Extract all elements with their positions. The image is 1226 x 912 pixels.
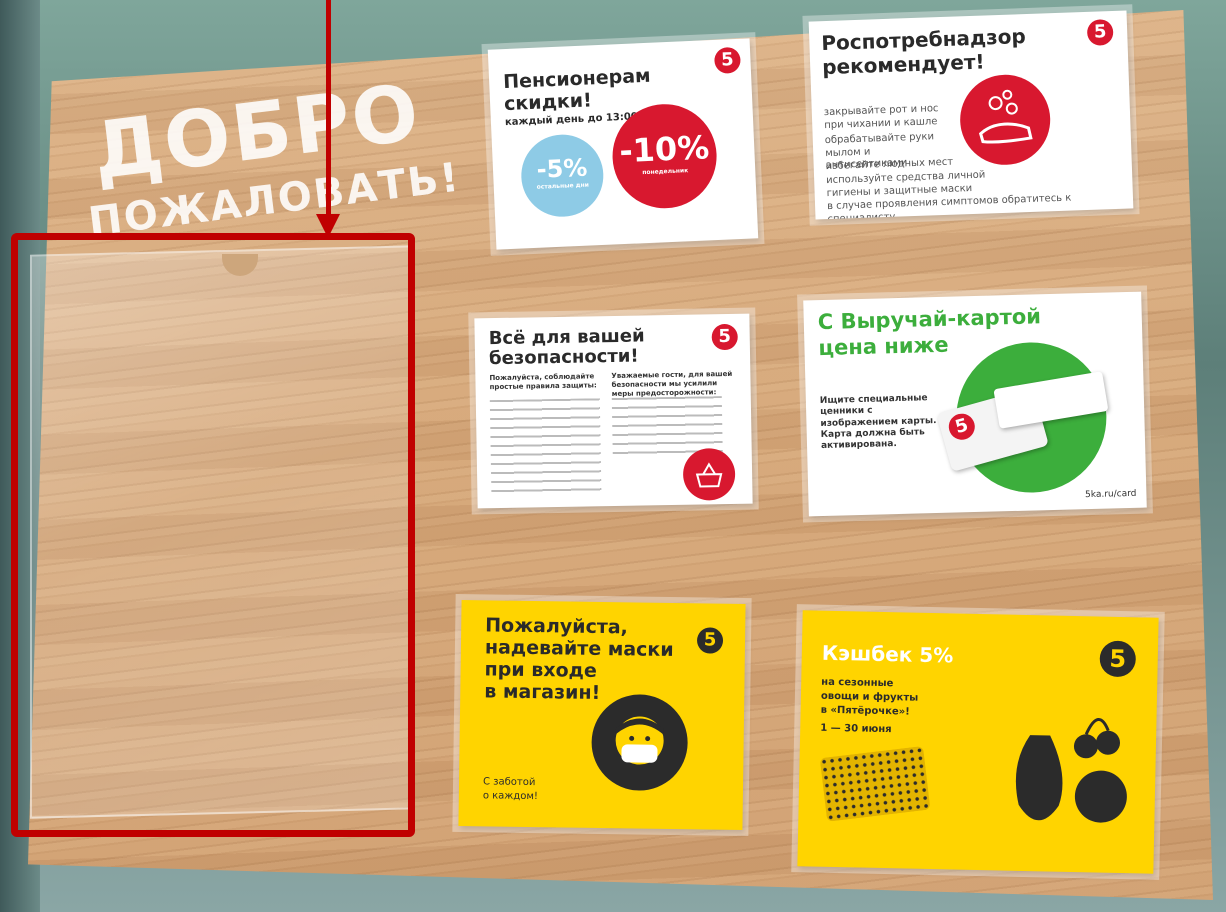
cashback-card-image xyxy=(819,745,931,822)
poster-safety: 5 Всё для вашей безопасности! Пожалуйста… xyxy=(474,313,753,509)
fruits-icon xyxy=(988,694,1141,847)
pyaterochka-logo-icon: 5 xyxy=(1086,18,1114,46)
left-column-text-lines xyxy=(489,398,602,497)
pyaterochka-logo-icon: 5 xyxy=(713,46,742,74)
poster-dates: 1 — 30 июня xyxy=(820,722,892,736)
poster-title-line4: в магазин! xyxy=(484,680,601,704)
hand-washing-icon xyxy=(958,73,1052,167)
poster-title-line2: безопасности! xyxy=(488,345,639,370)
red-highlight-frame xyxy=(11,233,415,837)
pyaterochka-logo-icon: 5 xyxy=(711,323,738,351)
red-arrow-shaft xyxy=(326,0,331,218)
pyaterochka-logo-icon: 5 xyxy=(945,410,978,443)
poster-title: Кэшбек 5% xyxy=(821,640,954,668)
poster-line3: в «Пятёрочке»! xyxy=(820,704,910,718)
pyaterochka-logo-icon: 5 xyxy=(696,627,724,654)
poster-pensioner-discount: 5 Пенсионерам скидки! каждый день до 13:… xyxy=(487,38,759,250)
poster-body: Ищите специальные ценники с изображением… xyxy=(819,393,937,452)
poster-title-line1: С Выручай-картой xyxy=(817,304,1042,335)
poster-line2: овощи и фрукты xyxy=(820,690,919,704)
poster-title-line1: Роспотребнадзор xyxy=(820,24,1027,56)
poster-footer-line1: С заботой xyxy=(482,776,536,789)
poster-title-line1: Пенсионерам xyxy=(502,64,652,94)
face-mask-icon xyxy=(590,693,689,792)
poster-footer-line2: о каждом! xyxy=(482,790,538,803)
poster-line1: на сезонные xyxy=(821,676,894,690)
poster-title-line3: при входе xyxy=(484,658,597,682)
poster-title-line2: надевайте маски xyxy=(484,636,674,661)
discount-10-value: -10% xyxy=(618,128,710,171)
poster-title-line2: скидки! xyxy=(503,89,593,116)
poster-title-line2: рекомендует! xyxy=(821,49,985,80)
poster-rospotrebnadzor: 5 Роспотребнадзор рекомендует! закрывайт… xyxy=(808,10,1134,220)
poster-loyalty-card: С Выручай-картой цена ниже 5 Ищите специ… xyxy=(803,291,1147,517)
poster-title-line1: Пожалуйста, xyxy=(485,614,629,639)
discount-5-circle: -5% остальные дни xyxy=(519,132,606,219)
shopping-basket-icon xyxy=(682,447,736,501)
arrow-down-icon xyxy=(316,214,340,238)
right-column-heading: Уважаемые гости, для вашей безопасности … xyxy=(611,369,733,398)
poster-cashback: 5 Кэшбек 5% на сезонные овощи и фрукты в… xyxy=(797,610,1159,874)
left-column-heading: Пожалуйста, соблюдайте простые правила з… xyxy=(489,372,597,391)
discount-5-value: -5% xyxy=(536,153,588,184)
poster-footer-url: 5ka.ru/card xyxy=(1084,488,1137,500)
recommendation-item-1: закрывайте рот и нос при чихании и кашле xyxy=(823,103,939,131)
pyaterochka-logo-icon: 5 xyxy=(1099,640,1137,678)
poster-wear-masks: 5 Пожалуйста, надевайте маски при входе … xyxy=(458,600,746,830)
poster-title-line2: цена ниже xyxy=(818,332,949,361)
